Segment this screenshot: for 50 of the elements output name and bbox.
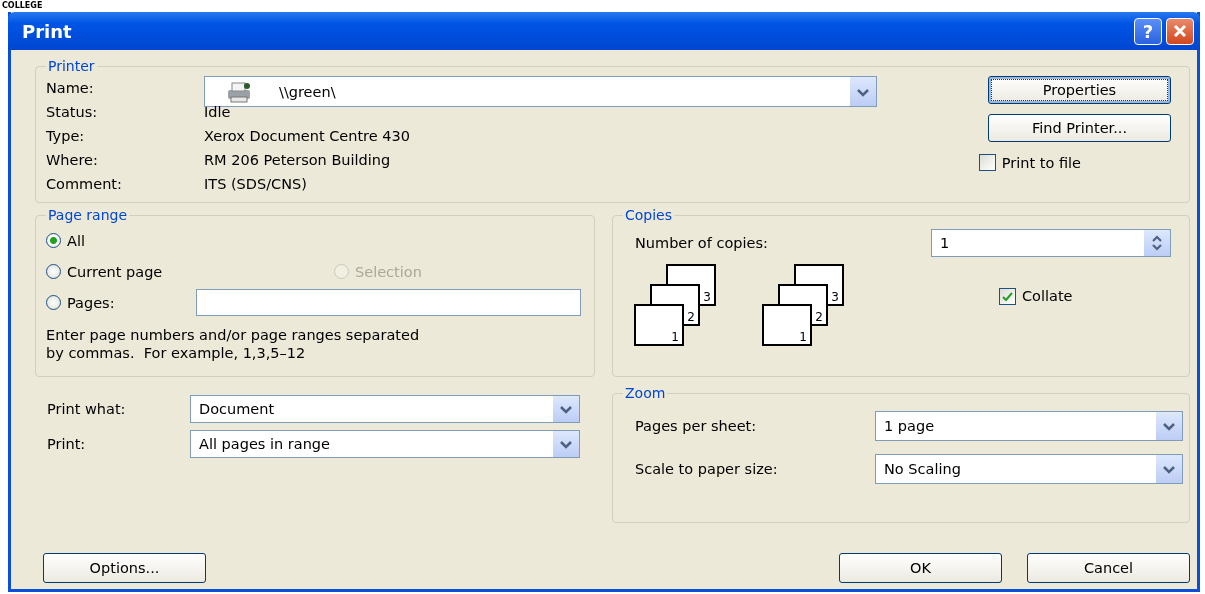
dropdown[interactable]: All pages in range [190,430,580,458]
close-button[interactable] [1166,17,1194,45]
page-number: 1 [671,330,679,344]
options-button[interactable]: Options... [43,553,206,583]
field-label: Where: [46,152,99,168]
field-label: Pages per sheet: [635,418,758,434]
page-number: 3 [703,290,711,304]
spinner-arrows-icon [1149,234,1165,252]
field-label: Comment: [46,176,123,192]
field-value: RM 206 Peterson Building [204,152,392,168]
field-label: Print what: [47,401,127,417]
field-label: Scale to paper size: [635,461,779,477]
field-value: Idle [204,104,232,120]
field-label: Print: [47,436,87,452]
dropdown[interactable]: Document [190,395,580,423]
field-value: ITS (SDS/CNS) [204,176,308,192]
ok-button[interactable]: OK [839,553,1002,583]
field-label: Type: [46,128,86,144]
group-label: Zoom [624,385,667,401]
page-number: 2 [687,310,695,324]
close-icon [1171,22,1189,40]
dialog-button[interactable]: Properties [988,76,1171,104]
printer-dropdown[interactable]: \\green\ [204,76,877,107]
help-button[interactable]: ? [1134,17,1162,45]
copies-spin-field[interactable]: 1 [931,229,1171,257]
group-label: Page range [47,207,129,223]
pages-input-field[interactable] [196,289,581,316]
radio-button[interactable]: Current page [46,263,196,280]
page-number: 2 [815,310,823,324]
radio-button[interactable]: Pages: [46,294,196,311]
field-label: Number of copies: [635,235,768,251]
dropdown[interactable]: No Scaling [875,454,1183,484]
checkbox[interactable]: Print to file [978,154,1081,171]
field-value: Xerox Document Centre 430 [204,128,411,144]
printer-icon [225,80,253,103]
dropdown[interactable]: 1 page [875,411,1183,441]
page-number: 1 [799,330,807,344]
page-number: 3 [831,290,839,304]
radio-button[interactable]: All [46,232,581,249]
field-label: Name: [46,80,95,96]
cancel-button[interactable]: Cancel [1027,553,1190,583]
checkbox[interactable]: Collate [999,287,1073,305]
field-label: Status: [46,104,99,120]
hint-text: Enter page numbers and/or page ranges separated by commas. For example, 1,3,5–12 [46,326,421,362]
checkmark-icon [1001,290,1014,302]
dialog-button[interactable]: Find Printer... [988,114,1171,142]
group-label: Copies [624,207,674,223]
caption-text: COLLEGE [1,0,44,11]
window-title: Print [22,20,73,42]
group-label: Printer [47,58,96,74]
